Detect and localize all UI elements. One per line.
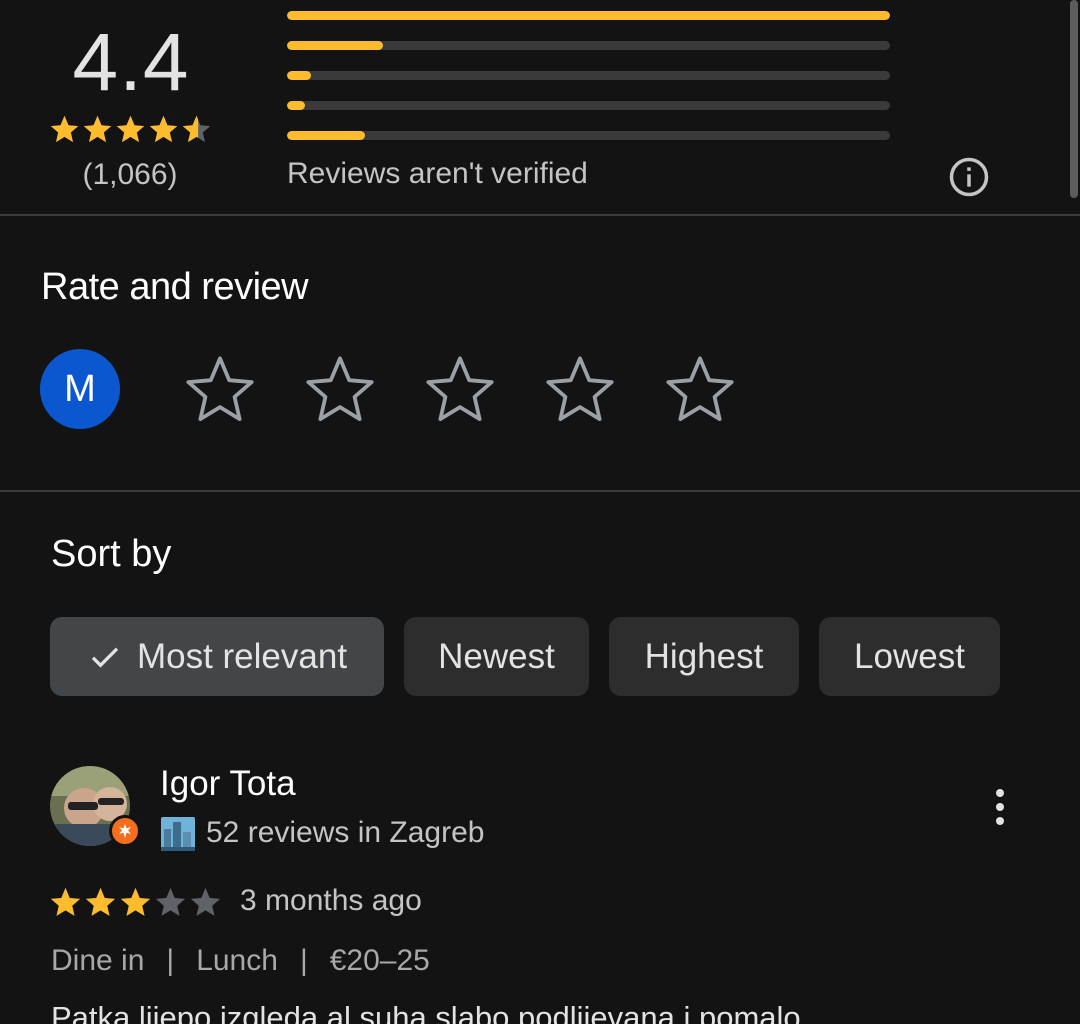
review-tag-price: €20–25 — [329, 944, 430, 977]
rating-bar-fill — [287, 11, 890, 20]
average-rating-stars — [48, 113, 213, 146]
sort-chip-highest[interactable]: Highest — [609, 617, 799, 696]
rate-star-4-button[interactable] — [542, 352, 618, 428]
rate-and-review-title: Rate and review — [41, 266, 309, 308]
rating-bar-fill — [287, 41, 384, 50]
rate-and-review-section: Rate and review M — [0, 218, 1080, 492]
rating-bar-1-star — [287, 131, 890, 140]
star-empty-icon — [190, 887, 221, 916]
checkmark-icon — [91, 647, 119, 668]
rate-star-2-button[interactable] — [302, 352, 378, 428]
scrollbar[interactable] — [1070, 0, 1078, 198]
reviews-not-verified-note: Reviews aren't verified — [287, 157, 588, 190]
star-outline-icon — [546, 356, 614, 422]
sort-chip-label: Most relevant — [136, 636, 348, 676]
user-avatar: M — [40, 349, 120, 429]
rate-star-5-button[interactable] — [662, 352, 738, 428]
review-tag-meal: Lunch — [196, 944, 278, 977]
review-count: (1,066) — [82, 158, 178, 191]
star-filled-icon — [149, 115, 178, 143]
more-vert-icon — [996, 789, 1004, 797]
rating-bar-4-star — [287, 41, 890, 50]
sort-chip-label: Newest — [438, 636, 555, 676]
sort-by-title: Sort by — [51, 533, 172, 575]
sort-chip-lowest[interactable]: Lowest — [819, 617, 1000, 696]
star-outline-icon — [666, 356, 734, 422]
star-filled-icon — [85, 887, 116, 916]
sort-chip-most-relevant[interactable]: Most relevant — [50, 617, 384, 696]
star-outline-icon — [186, 356, 254, 422]
review-date: 3 months ago — [240, 884, 422, 917]
rate-star-1-button[interactable] — [182, 352, 258, 428]
rating-distribution — [287, 11, 890, 161]
info-icon[interactable] — [948, 156, 990, 198]
review-text: Patka lijepo izgleda al suha slabo podli… — [51, 1000, 801, 1024]
star-half-icon — [182, 115, 211, 143]
rating-bar-5-star — [287, 11, 890, 20]
reviewer-review-count: 52 reviews in Zagreb — [206, 816, 485, 849]
local-guide-badge — [109, 815, 141, 847]
star-filled-icon — [50, 115, 79, 143]
city-icon — [161, 817, 195, 851]
star-outline-icon — [426, 356, 494, 422]
star-filled-icon — [83, 115, 112, 143]
rating-bar-fill — [287, 131, 366, 140]
star-filled-icon — [50, 887, 81, 916]
star-filled-icon — [120, 887, 151, 916]
star-filled-icon — [116, 115, 145, 143]
rating-bar-fill — [287, 101, 306, 110]
rating-bar-3-star — [287, 71, 890, 80]
rating-bar-fill — [287, 71, 312, 80]
review-tags: Dine in | Lunch | €20–25 — [51, 944, 430, 977]
average-rating: 4.4 — [72, 17, 190, 108]
star-empty-icon — [155, 887, 186, 916]
star-burst-icon — [119, 824, 131, 838]
rating-summary: 4.4 (1,066) Reviews aren't verified — [0, 0, 1080, 216]
sort-chip-label: Highest — [644, 636, 764, 676]
star-outline-icon — [306, 356, 374, 422]
sort-chip-newest[interactable]: Newest — [404, 617, 589, 696]
rate-star-3-button[interactable] — [422, 352, 498, 428]
review-tag-service: Dine in — [51, 944, 145, 977]
sort-chip-label: Lowest — [854, 636, 965, 676]
more-options-button[interactable] — [980, 785, 1020, 829]
review-stars — [48, 885, 223, 920]
reviewer-name[interactable]: Igor Tota — [160, 764, 296, 804]
rating-bar-2-star — [287, 101, 890, 110]
